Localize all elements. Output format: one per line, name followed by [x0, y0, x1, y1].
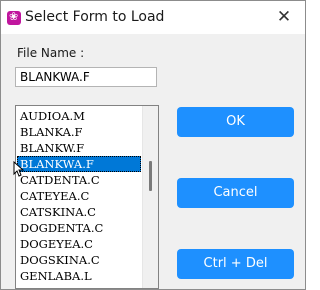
cancel-button[interactable]: Cancel [177, 178, 294, 208]
list-item[interactable]: DOGSKINA.C [17, 252, 141, 268]
list-item[interactable]: BLANKA.F [17, 124, 141, 140]
ctrl-del-button[interactable]: Ctrl + Del [177, 249, 294, 279]
list-item[interactable]: DOGDENTA.C [17, 220, 141, 236]
file-name-label: File Name : [17, 46, 85, 60]
list-item[interactable]: CATDENTA.C [17, 172, 141, 188]
mouse-pointer-icon [13, 161, 25, 177]
dialog-window: ❀ Select Form to Load ✕ File Name : AUDI… [0, 0, 306, 290]
list-item[interactable]: AUDIOA.M [17, 108, 141, 124]
ok-button[interactable]: OK [177, 107, 294, 137]
list-item[interactable]: CATSKINA.C [17, 204, 141, 220]
list-item[interactable]: GENLABA.L [17, 268, 141, 284]
list-scrollbar[interactable] [142, 106, 158, 288]
list-item[interactable]: BLANKW.F [17, 140, 141, 156]
close-icon[interactable]: ✕ [269, 5, 299, 29]
file-name-input[interactable] [15, 67, 157, 87]
file-list[interactable]: AUDIOA.M BLANKA.F BLANKW.F BLANKWA.F CAT… [15, 105, 159, 289]
paw-icon: ❀ [7, 10, 21, 25]
window-title: Select Form to Load [25, 9, 165, 25]
scrollbar-thumb[interactable] [149, 161, 152, 191]
list-item[interactable]: CATEYEA.C [17, 188, 141, 204]
title-bar: ❀ Select Form to Load ✕ [1, 1, 305, 34]
list-item[interactable]: DOGEYEA.C [17, 236, 141, 252]
list-item-selected[interactable]: BLANKWA.F [17, 156, 141, 172]
